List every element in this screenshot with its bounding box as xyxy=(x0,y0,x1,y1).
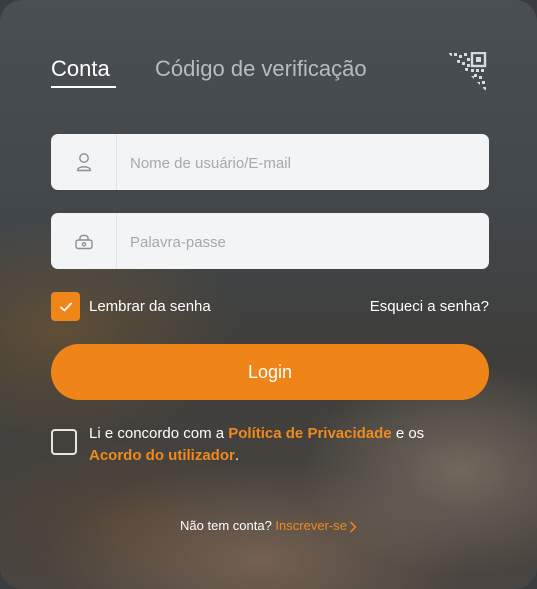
chevron-right-icon[interactable] xyxy=(349,521,357,533)
agreement-checkbox[interactable] xyxy=(51,429,77,455)
password-input[interactable] xyxy=(128,213,482,271)
signup-row: Não tem conta? Inscrever-se xyxy=(0,518,537,533)
signup-link[interactable]: Inscrever-se xyxy=(275,518,347,533)
agreement-middle: e os xyxy=(391,425,425,442)
tab-verification-code[interactable]: Código de verificação xyxy=(155,56,367,82)
password-icon-cell xyxy=(51,213,117,269)
lock-icon xyxy=(74,234,93,250)
forgot-password-link[interactable]: Esqueci a senha? xyxy=(370,298,489,315)
checkmark-icon xyxy=(59,302,72,311)
agreement-text: Li e concordo com a Política de Privacid… xyxy=(89,423,489,467)
login-button[interactable]: Login xyxy=(51,344,489,400)
remember-password-label[interactable]: Lembrar da senha xyxy=(89,298,211,315)
username-input[interactable] xyxy=(128,134,482,192)
username-field xyxy=(51,134,489,192)
signup-prompt: Não tem conta? xyxy=(180,518,276,533)
privacy-policy-link[interactable]: Política de Privacidade xyxy=(228,425,391,442)
qr-code-corner-icon[interactable] xyxy=(447,52,487,92)
tab-account[interactable]: Conta xyxy=(51,56,110,82)
username-icon-cell xyxy=(51,134,117,190)
agreement-suffix: . xyxy=(234,447,239,464)
remember-password-checkbox[interactable] xyxy=(51,292,80,321)
login-panel: Conta Código de verificação Nome de usuá… xyxy=(0,0,537,589)
user-agreement-link[interactable]: Acordo do utilizador xyxy=(89,447,235,464)
active-tab-underline xyxy=(51,86,116,88)
user-icon xyxy=(76,153,91,172)
agreement-prefix: Li e concordo com a xyxy=(89,425,229,442)
password-field xyxy=(51,213,489,271)
